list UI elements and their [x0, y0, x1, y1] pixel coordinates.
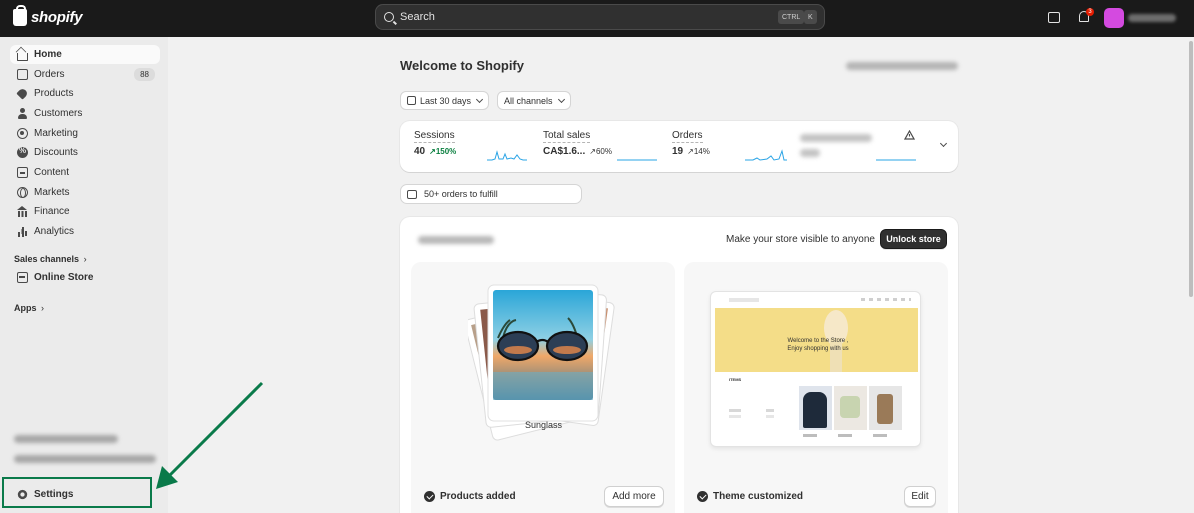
tag-icon: [16, 87, 29, 100]
chevron-down-icon[interactable]: [939, 139, 948, 148]
blurred-metric-label: [800, 134, 872, 142]
sidebar-item-orders[interactable]: Orders 88: [10, 65, 160, 84]
notification-badge: 3: [1086, 8, 1094, 16]
sidebar-item-finance[interactable]: Finance: [10, 202, 160, 221]
orders-icon: [17, 69, 28, 80]
checkmark-icon: [697, 491, 708, 502]
shopify-bag-icon: [13, 5, 27, 26]
top-bar: shopify Search CTRL K 3: [0, 0, 1194, 37]
search-bar[interactable]: Search CTRL K: [375, 4, 825, 30]
search-placeholder: Search: [400, 11, 435, 23]
sidebar-item-online-store[interactable]: Online Store: [10, 268, 160, 287]
preview-product-3: [869, 386, 902, 430]
avatar[interactable]: [1104, 8, 1124, 28]
preview-nav-icons: [861, 298, 911, 301]
bank-icon: [17, 206, 28, 217]
theme-preview[interactable]: Welcome to the Store , Enjoy shopping wi…: [710, 291, 921, 447]
apps-header[interactable]: Apps ›: [14, 303, 44, 313]
scrollbar[interactable]: [1189, 41, 1193, 297]
bar-chart-icon: [17, 226, 28, 237]
sidebar-item-discounts[interactable]: Discounts: [10, 143, 160, 162]
orders-count-badge: 88: [134, 68, 155, 81]
orders-to-fulfill-button[interactable]: 50+ orders to fulfill: [400, 184, 582, 204]
preview-product-2: [834, 386, 867, 430]
preview-product-1: [799, 386, 832, 430]
sunglass-product-stack[interactable]: [468, 282, 628, 442]
add-more-button[interactable]: Add more: [604, 486, 664, 507]
content-icon: [17, 167, 28, 178]
date-range-filter[interactable]: Last 30 days: [400, 91, 490, 110]
blurred-metric-value: [800, 149, 820, 157]
channel-filter[interactable]: All channels: [497, 91, 571, 110]
theme-customized-status: Theme customized: [697, 491, 803, 502]
products-added-panel: Sunglass Products added Add more: [411, 262, 675, 513]
preview-section-label: ITEMS: [729, 377, 742, 382]
sidebar-item-customers[interactable]: Customers: [10, 104, 160, 123]
sidebar-item-markets[interactable]: Markets: [10, 183, 160, 202]
sidebar-item-marketing[interactable]: Marketing: [10, 124, 160, 143]
shopify-logo[interactable]: shopify: [13, 5, 83, 26]
globe-icon: [17, 187, 28, 198]
search-icon: [384, 12, 394, 22]
blurred-store-name[interactable]: [1128, 14, 1176, 22]
edit-theme-button[interactable]: Edit: [904, 486, 936, 507]
store-icon[interactable]: [1048, 12, 1060, 23]
unlock-store-button[interactable]: Unlock store: [880, 229, 947, 249]
preview-text-block: [766, 409, 774, 412]
sidebar-item-content[interactable]: Content: [10, 163, 160, 182]
metrics-card: Sessions 40 ↗ 150% Total sales CA$1.6... …: [400, 121, 958, 172]
chevron-right-icon: ›: [41, 303, 45, 313]
visibility-text: Make your store visible to anyone: [726, 234, 875, 245]
blurred-store-id: [846, 62, 958, 70]
total-sales-sparkline: [617, 159, 657, 161]
theme-customized-panel: Welcome to the Store , Enjoy shopping wi…: [684, 262, 948, 513]
blurred-text: [14, 435, 118, 443]
products-added-status: Products added: [424, 491, 516, 502]
metric-orders[interactable]: Orders 19 ↗ 14%: [672, 130, 710, 157]
blurred-text: [14, 455, 156, 463]
inbox-icon: [407, 189, 417, 199]
blurred-store-title: [418, 236, 494, 244]
shortcut-k: K: [804, 10, 817, 24]
preview-nav: [729, 298, 759, 302]
trend-up-icon: ↗: [687, 147, 694, 156]
preview-heading: Welcome to the Store , Enjoy shopping wi…: [787, 338, 849, 352]
preview-text-block: [729, 409, 741, 412]
sessions-sparkline: [487, 150, 527, 161]
person-icon: [17, 108, 28, 119]
shortcut-ctrl: CTRL: [778, 10, 805, 24]
warning-icon[interactable]: [904, 130, 915, 140]
sales-channels-header[interactable]: Sales channels ›: [14, 254, 87, 264]
metric-sessions[interactable]: Sessions 40 ↗ 150%: [414, 130, 456, 157]
chevron-down-icon: [476, 95, 484, 103]
trend-up-icon: ↗: [429, 147, 436, 156]
sidebar: Home Orders 88 Products Customers Market…: [0, 37, 168, 513]
product-image-label: Sunglass: [525, 420, 563, 430]
chevron-right-icon: ›: [83, 254, 87, 264]
home-icon: [17, 52, 28, 61]
metric-total-sales[interactable]: Total sales CA$1.6... ↗ 60%: [543, 130, 612, 157]
preview-product-prices: [803, 434, 901, 437]
orders-sparkline: [745, 149, 787, 161]
target-icon: [17, 128, 28, 139]
sidebar-item-analytics[interactable]: Analytics: [10, 222, 160, 241]
blurred-metric-sparkline: [876, 159, 916, 161]
settings-highlight-box: [2, 477, 152, 508]
trend-up-icon: ↗: [589, 147, 596, 156]
chevron-down-icon: [557, 95, 565, 103]
sidebar-item-products[interactable]: Products: [10, 84, 160, 103]
checkmark-icon: [424, 491, 435, 502]
sidebar-item-home[interactable]: Home: [10, 45, 160, 64]
store-setup-card: Make your store visible to anyone Unlock…: [400, 217, 958, 513]
online-store-icon: [17, 272, 28, 283]
discount-icon: [17, 146, 28, 158]
page-title: Welcome to Shopify: [400, 58, 524, 73]
calendar-icon: [407, 96, 416, 105]
